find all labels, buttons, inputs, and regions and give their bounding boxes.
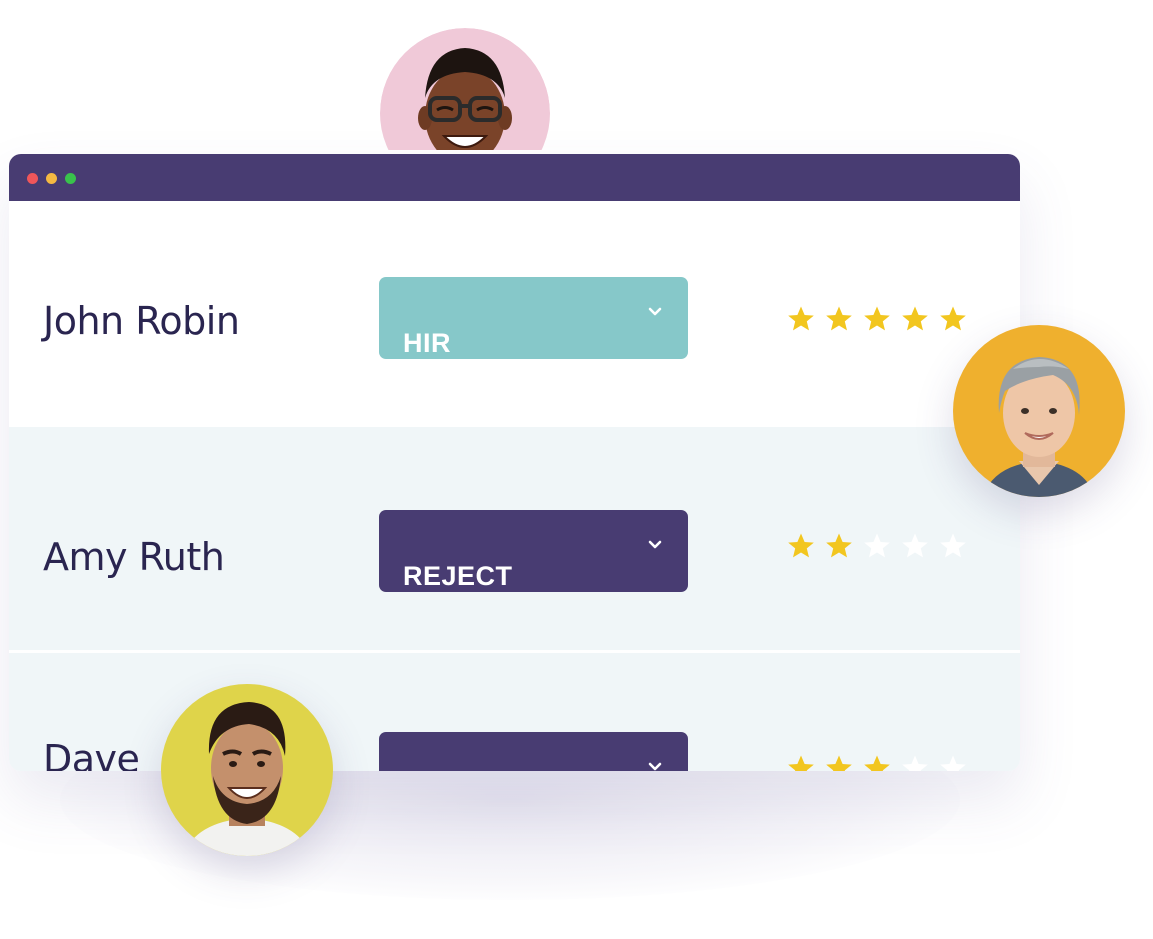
- candidate-name: Amy Ruth: [43, 535, 225, 579]
- star-filled-icon[interactable]: [825, 754, 853, 771]
- star-filled-icon[interactable]: [787, 305, 815, 333]
- chevron-down-icon: [648, 540, 662, 549]
- star-empty-icon[interactable]: [939, 754, 967, 771]
- star-filled-icon[interactable]: [863, 305, 891, 333]
- star-filled-icon[interactable]: [787, 532, 815, 560]
- person-avatar-icon: [953, 325, 1125, 497]
- star-filled-icon[interactable]: [825, 305, 853, 333]
- star-filled-icon[interactable]: [787, 754, 815, 771]
- star-rating[interactable]: [787, 305, 977, 335]
- status-label: HIR: [403, 328, 451, 358]
- star-empty-icon[interactable]: [939, 532, 967, 560]
- chevron-down-icon: [648, 307, 662, 316]
- app-window: John Robin HIR Amy Ruth REJECT Dave: [9, 154, 1020, 771]
- star-rating[interactable]: [787, 532, 977, 562]
- person-avatar-icon: [161, 684, 333, 856]
- candidate-row: John Robin HIR: [9, 201, 1020, 427]
- star-filled-icon[interactable]: [825, 532, 853, 560]
- star-filled-icon[interactable]: [939, 305, 967, 333]
- status-label: REJECT: [403, 561, 513, 591]
- candidate-row: Dave: [9, 653, 1020, 771]
- star-empty-icon[interactable]: [901, 532, 929, 560]
- minimize-dot-icon[interactable]: [46, 173, 57, 184]
- star-empty-icon[interactable]: [901, 754, 929, 771]
- status-dropdown[interactable]: HIR: [379, 277, 688, 359]
- star-filled-icon[interactable]: [901, 305, 929, 333]
- close-dot-icon[interactable]: [27, 173, 38, 184]
- star-rating[interactable]: [787, 754, 977, 771]
- candidate-name: Dave: [43, 737, 140, 771]
- candidate-name: John Robin: [43, 299, 240, 343]
- maximize-dot-icon[interactable]: [65, 173, 76, 184]
- hiring-board-illustration: John Robin HIR Amy Ruth REJECT Dave: [0, 0, 1153, 939]
- chevron-down-icon: [648, 762, 662, 771]
- status-dropdown[interactable]: REJECT: [379, 510, 688, 592]
- candidate-row: Amy Ruth REJECT: [9, 427, 1020, 650]
- window-titlebar: [9, 154, 1020, 201]
- star-empty-icon[interactable]: [863, 532, 891, 560]
- status-dropdown[interactable]: [379, 732, 688, 771]
- star-filled-icon[interactable]: [863, 754, 891, 771]
